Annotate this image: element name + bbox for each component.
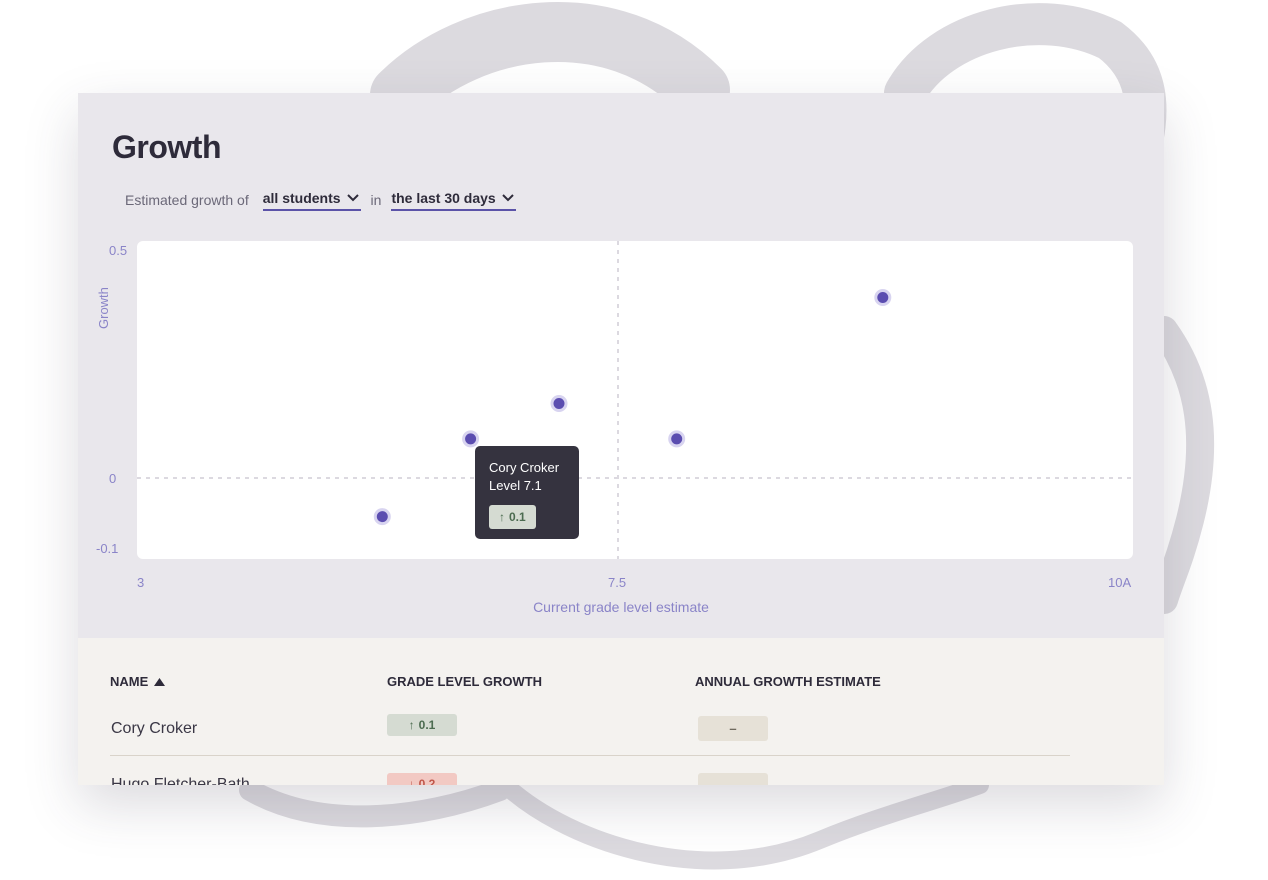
chevron-down-icon (502, 193, 514, 201)
tooltip-level: Level 7.1 (489, 478, 542, 493)
scatter-svg (137, 241, 1133, 559)
sort-ascending-icon (154, 677, 166, 686)
point-tooltip: Cory Croker Level 7.1 ↑ 0.1 (475, 446, 579, 539)
chevron-down-icon (346, 193, 359, 201)
tooltip-growth-value: 0.1 (509, 510, 526, 524)
scatter-point[interactable] (550, 395, 568, 412)
growth-card: Growth Estimated growth of all students … (78, 93, 1164, 785)
estimate-badge (698, 773, 768, 785)
growth-value: 0.2 (418, 777, 436, 785)
period-dropdown-label: the last 30 days (391, 189, 496, 206)
growth-value: 0.1 (418, 718, 436, 732)
arrow-up-icon: ↑ (499, 510, 505, 524)
row-divider (110, 755, 1070, 756)
growth-badge-down: ↓ 0.2 (387, 773, 457, 785)
column-header-name[interactable]: NAME (110, 674, 166, 689)
arrow-down-icon: ↓ (408, 777, 415, 785)
x-tick-label: 10A (1108, 575, 1132, 590)
scatter-plot (137, 241, 1133, 559)
students-dropdown-label: all students (262, 189, 341, 206)
student-name[interactable]: Cory Croker (111, 720, 197, 738)
x-axis-label: Current grade level estimate (533, 599, 709, 615)
arrow-up-icon: ↑ (408, 718, 415, 732)
scatter-point[interactable] (874, 289, 892, 306)
estimate-badge: – (698, 716, 768, 741)
growth-badge-up: ↑ 0.1 (387, 714, 457, 736)
x-tick-label: 7.5 (608, 575, 627, 590)
student-name[interactable]: Hugo Fletcher-Bath (111, 776, 250, 785)
column-header-name-label: NAME (110, 674, 149, 689)
students-table: NAME GRADE LEVEL GROWTH ANNUAL GROWTH ES… (78, 638, 1164, 785)
period-dropdown[interactable]: the last 30 days (391, 189, 516, 211)
scatter-point[interactable] (462, 430, 480, 448)
tooltip-growth-badge: ↑ 0.1 (489, 505, 536, 529)
filter-prefix: Estimated growth of (125, 192, 249, 208)
y-tick-label: 0 (109, 471, 117, 486)
column-header-estimate[interactable]: ANNUAL GROWTH ESTIMATE (695, 674, 881, 689)
scatter-point[interactable] (373, 508, 391, 526)
x-tick-label: 3 (137, 575, 145, 590)
y-axis-label: Growth (96, 287, 111, 329)
scatter-point[interactable] (668, 430, 686, 448)
y-tick-label: -0.1 (96, 541, 119, 556)
filter-row: Estimated growth of all students in the … (125, 186, 516, 214)
y-tick-label: 0.5 (109, 243, 128, 258)
column-header-growth[interactable]: GRADE LEVEL GROWTH (387, 674, 542, 689)
tooltip-name: Cory Croker (489, 460, 560, 475)
students-dropdown[interactable]: all students (262, 189, 361, 211)
page-title: Growth (112, 129, 221, 165)
filter-in-text: in (370, 192, 382, 208)
